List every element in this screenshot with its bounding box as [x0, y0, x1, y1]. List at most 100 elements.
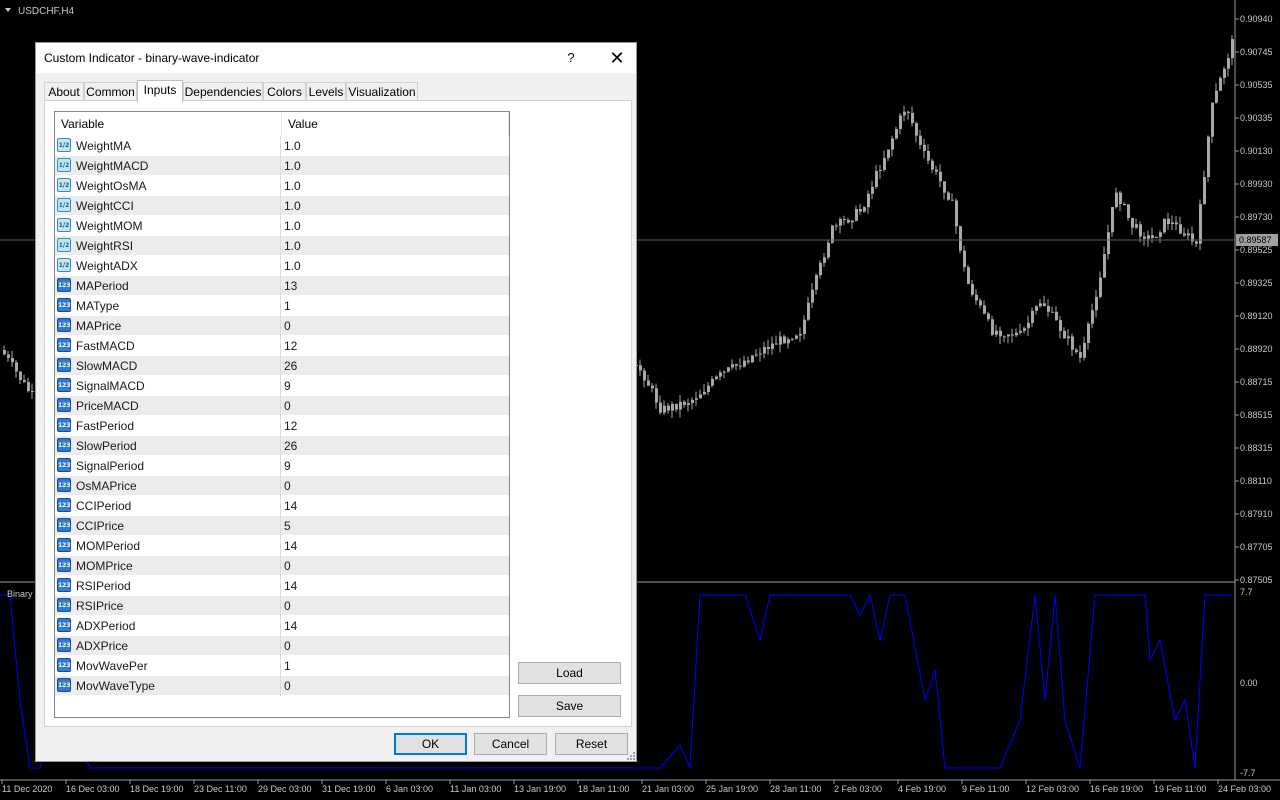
header-variable[interactable]: Variable — [55, 112, 282, 136]
value-cell[interactable]: 0 — [282, 596, 509, 616]
help-button[interactable]: ? — [556, 48, 586, 68]
candle-body — [1159, 232, 1162, 237]
value-cell[interactable]: 12 — [282, 336, 509, 356]
table-row[interactable]: 1/2 WeightOsMA 1.0 — [55, 176, 509, 196]
variable-value: 0 — [284, 559, 291, 573]
value-cell[interactable]: 9 — [282, 456, 509, 476]
table-row[interactable]: 123 OsMAPrice 0 — [55, 476, 509, 496]
value-cell[interactable]: 26 — [282, 436, 509, 456]
tab-levels[interactable]: Levels — [306, 82, 346, 100]
variable-value: 14 — [284, 619, 298, 633]
candle-body — [1115, 192, 1118, 208]
table-row[interactable]: 123 SignalPeriod 9 — [55, 456, 509, 476]
table-row[interactable]: 123 MAPrice 0 — [55, 316, 509, 336]
table-row[interactable]: 1/2 WeightADX 1.0 — [55, 256, 509, 276]
indicator-tick-label: 7.7 — [1240, 587, 1253, 597]
price-tick-label: 0.87910 — [1240, 509, 1273, 519]
tab-colors[interactable]: Colors — [263, 82, 306, 100]
table-row[interactable]: 123 SlowPeriod 26 — [55, 436, 509, 456]
ok-button[interactable]: OK — [394, 733, 467, 755]
candle-body — [1131, 218, 1134, 228]
table-row[interactable]: 123 ADXPeriod 14 — [55, 616, 509, 636]
candle-body — [839, 219, 842, 226]
table-row[interactable]: 1/2 WeightRSI 1.0 — [55, 236, 509, 256]
candle-body — [943, 181, 946, 193]
value-cell[interactable]: 13 — [282, 276, 509, 296]
variable-name: WeightADX — [76, 259, 138, 273]
value-cell[interactable]: 1.0 — [282, 156, 509, 176]
load-button[interactable]: Load — [518, 662, 621, 684]
variable-value: 0 — [284, 319, 291, 333]
table-row[interactable]: 123 CCIPeriod 14 — [55, 496, 509, 516]
value-cell[interactable]: 26 — [282, 356, 509, 376]
table-row[interactable]: 123 MOMPeriod 14 — [55, 536, 509, 556]
save-button[interactable]: Save — [518, 695, 621, 717]
table-row[interactable]: 123 SlowMACD 26 — [55, 356, 509, 376]
candle-body — [835, 225, 838, 227]
value-cell[interactable]: 14 — [282, 536, 509, 556]
table-row[interactable]: 123 MOMPrice 0 — [55, 556, 509, 576]
header-value[interactable]: Value — [282, 112, 509, 136]
inputs-table[interactable]: Variable Value 1/2 WeightMA 1.0 1/2 WeightMA… — [54, 111, 510, 718]
value-cell[interactable]: 0 — [282, 476, 509, 496]
tab-visualization[interactable]: Visualization — [346, 82, 418, 100]
table-row[interactable]: 1/2 WeightCCI 1.0 — [55, 196, 509, 216]
table-row[interactable]: 123 FastPeriod 12 — [55, 416, 509, 436]
candle-body — [743, 360, 746, 367]
value-cell[interactable]: 0 — [282, 396, 509, 416]
tab-inputs[interactable]: Inputs — [137, 80, 183, 102]
value-cell[interactable]: 1 — [282, 296, 509, 316]
table-row[interactable]: 123 MAType 1 — [55, 296, 509, 316]
value-cell[interactable]: 1.0 — [282, 136, 509, 156]
variable-value: 26 — [284, 439, 298, 453]
variable-value: 0 — [284, 399, 291, 413]
value-cell[interactable]: 12 — [282, 416, 509, 436]
candle-body — [895, 129, 898, 139]
table-row[interactable]: 123 RSIPeriod 14 — [55, 576, 509, 596]
value-cell[interactable]: 1.0 — [282, 176, 509, 196]
candle-body — [791, 338, 794, 340]
value-cell[interactable]: 1 — [282, 656, 509, 676]
value-cell[interactable]: 14 — [282, 496, 509, 516]
candle-body — [1207, 136, 1210, 178]
table-row[interactable]: 1/2 WeightMOM 1.0 — [55, 216, 509, 236]
cancel-button[interactable]: Cancel — [474, 733, 547, 755]
value-cell[interactable]: 1.0 — [282, 216, 509, 236]
value-cell[interactable]: 0 — [282, 636, 509, 656]
tab-common[interactable]: Common — [84, 82, 137, 100]
table-row[interactable]: 123 RSIPrice 0 — [55, 596, 509, 616]
table-row[interactable]: 123 MAPeriod 13 — [55, 276, 509, 296]
close-button[interactable]: ✕ — [602, 46, 632, 70]
tab-dependencies[interactable]: Dependencies — [183, 82, 263, 100]
integer-type-icon: 123 — [57, 418, 71, 432]
price-tick-label: 0.88920 — [1240, 344, 1273, 354]
candle-body — [1047, 305, 1050, 312]
time-tick-label: 19 Feb 11:00 — [1154, 784, 1206, 794]
table-row[interactable]: 1/2 WeightMACD 1.0 — [55, 156, 509, 176]
table-row[interactable]: 123 SignalMACD 9 — [55, 376, 509, 396]
table-row[interactable]: 1/2 WeightMA 1.0 — [55, 136, 509, 156]
value-cell[interactable]: 1.0 — [282, 236, 509, 256]
tab-about[interactable]: About — [44, 82, 84, 100]
variable-cell: 1/2 WeightOsMA — [55, 176, 281, 196]
table-row[interactable]: 123 MovWaveType 0 — [55, 676, 509, 696]
table-row[interactable]: 123 MovWavePer 1 — [55, 656, 509, 676]
value-cell[interactable]: 0 — [282, 316, 509, 336]
table-row[interactable]: 123 PriceMACD 0 — [55, 396, 509, 416]
value-cell[interactable]: 14 — [282, 616, 509, 636]
reset-button[interactable]: Reset — [555, 733, 628, 755]
value-cell[interactable]: 9 — [282, 376, 509, 396]
value-cell[interactable]: 1.0 — [282, 256, 509, 276]
table-row[interactable]: 123 CCIPrice 5 — [55, 516, 509, 536]
table-row[interactable]: 123 FastMACD 12 — [55, 336, 509, 356]
value-cell[interactable]: 1.0 — [282, 196, 509, 216]
value-cell[interactable]: 0 — [282, 676, 509, 696]
table-row[interactable]: 123 ADXPrice 0 — [55, 636, 509, 656]
value-cell[interactable]: 5 — [282, 516, 509, 536]
integer-type-icon: 123 — [57, 338, 71, 352]
value-cell[interactable]: 14 — [282, 576, 509, 596]
resize-grip-icon[interactable] — [626, 751, 636, 761]
candle-body — [1107, 232, 1110, 255]
dialog-title-bar[interactable]: Custom Indicator - binary-wave-indicator… — [36, 43, 636, 73]
value-cell[interactable]: 0 — [282, 556, 509, 576]
